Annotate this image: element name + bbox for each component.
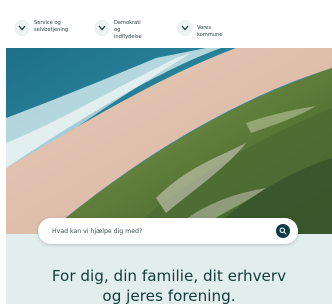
nav-item-label: Vores kommune	[197, 25, 223, 38]
search-icon	[279, 227, 287, 235]
search-bar	[38, 218, 298, 244]
nav-item-label: Demokrati og indflydelse	[114, 20, 142, 40]
page-headline: For dig, din familie, dit erhverv og jer…	[6, 266, 332, 306]
hero-image	[6, 48, 332, 234]
nav-item-label: Service og selvbetjening	[34, 20, 69, 33]
coastline-illustration	[6, 48, 332, 234]
chevron-down-icon	[14, 20, 30, 36]
hero-banner: For dig, din familie, dit erhverv og jer…	[6, 234, 332, 306]
headline-line-1: For dig, din familie, dit erhverv	[51, 267, 287, 286]
chevron-down-icon	[94, 20, 110, 36]
search-button[interactable]	[276, 224, 290, 238]
headline-line-2: og jeres forening.	[102, 287, 236, 306]
chevron-down-icon	[177, 20, 193, 36]
top-navigation: Service og selvbetjening Demokrati og in…	[0, 0, 332, 48]
search-input[interactable]	[52, 224, 262, 238]
